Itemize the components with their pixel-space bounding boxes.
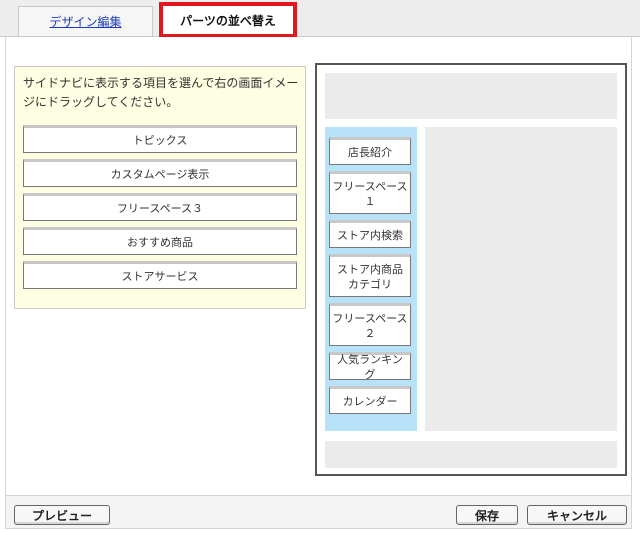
- side-item-store-search[interactable]: ストア内検索: [329, 220, 411, 248]
- save-button[interactable]: 保存: [456, 505, 518, 525]
- preview-main-area: [425, 127, 617, 431]
- part-item-topics[interactable]: トピックス: [23, 125, 297, 153]
- preview-footer-area: [325, 441, 617, 468]
- side-item-free-space-2[interactable]: フリースペース２: [329, 303, 411, 346]
- preview-side-nav[interactable]: 店長紹介 フリースペース１ ストア内検索 ストア内商品カテゴリ フリースペース２…: [325, 127, 417, 431]
- tab-parts-sort[interactable]: パーツの並べ替え: [159, 2, 297, 38]
- part-item-recommended[interactable]: おすすめ商品: [23, 227, 297, 255]
- layout-preview: 店長紹介 フリースペース１ ストア内検索 ストア内商品カテゴリ フリースペース２…: [315, 63, 627, 476]
- tab-design-edit[interactable]: デザイン編集: [18, 6, 153, 36]
- side-item-free-space-1[interactable]: フリースペース１: [329, 171, 411, 214]
- tab-parts-sort-label: パーツの並べ替え: [180, 13, 276, 28]
- preview-button[interactable]: プレビュー: [14, 505, 110, 525]
- cancel-button[interactable]: キャンセル: [527, 505, 627, 525]
- part-item-store-service[interactable]: ストアサービス: [23, 261, 297, 289]
- preview-header-area: [325, 73, 617, 119]
- part-item-free-space-3[interactable]: フリースペース３: [23, 193, 297, 221]
- side-item-calendar[interactable]: カレンダー: [329, 386, 411, 414]
- parts-panel: サイドナビに表示する項目を選んで右の画面イメージにドラッグしてください。 トピッ…: [14, 66, 306, 309]
- side-item-ranking[interactable]: 人気ランキング: [329, 352, 411, 381]
- side-item-manager-intro[interactable]: 店長紹介: [329, 137, 411, 165]
- tab-design-edit-label[interactable]: デザイン編集: [49, 13, 121, 30]
- instruction-text: サイドナビに表示する項目を選んで右の画面イメージにドラッグしてください。: [23, 76, 299, 109]
- part-item-custom-page[interactable]: カスタムページ表示: [23, 159, 297, 187]
- side-item-store-category[interactable]: ストア内商品カテゴリ: [329, 254, 411, 297]
